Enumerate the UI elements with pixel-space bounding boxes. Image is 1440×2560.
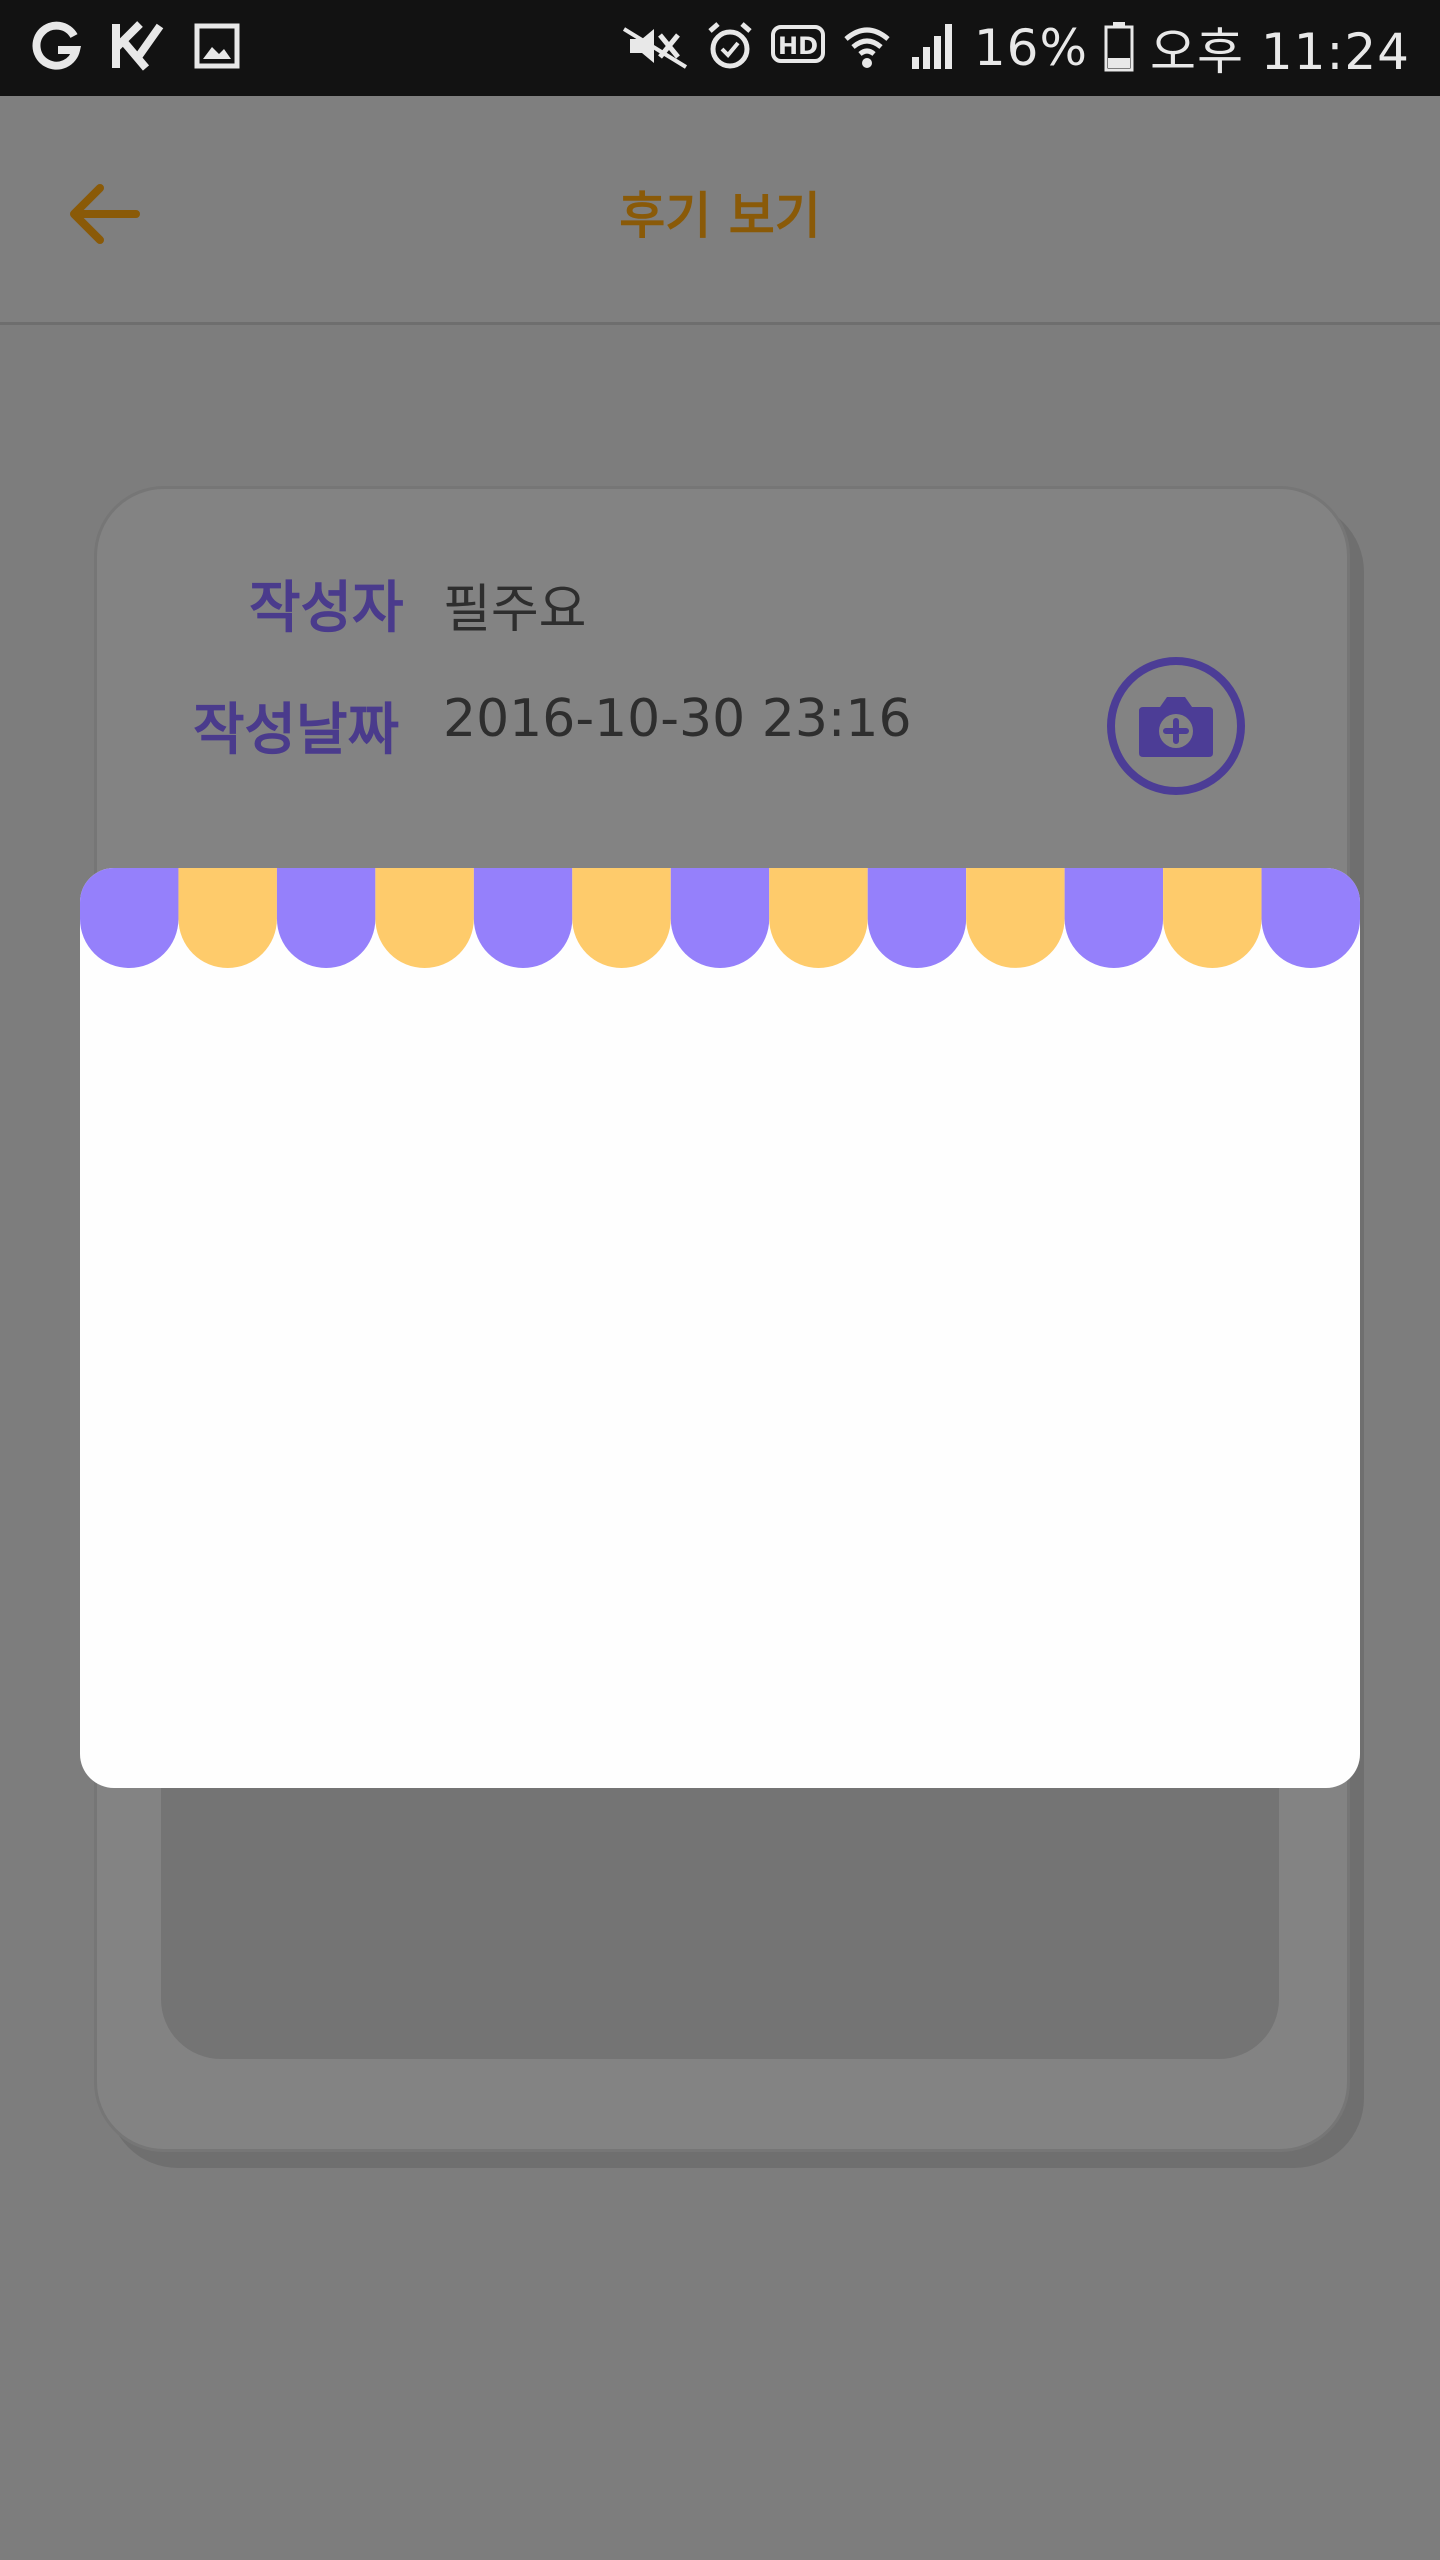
awning-scallop (178, 868, 277, 968)
notification-k-icon (110, 20, 166, 76)
awning-scallop (1261, 868, 1360, 968)
awning-scallop (1163, 868, 1262, 968)
clock: 오후 11:24 (1150, 23, 1410, 81)
status-bar: HD 16% 오후 11:24 (0, 0, 1440, 96)
wifi-icon (842, 21, 892, 75)
status-left-icons (30, 18, 240, 78)
alarm-icon (706, 21, 754, 75)
page-title: 후기 보기 (619, 187, 821, 245)
popup-dialog (80, 868, 1360, 1788)
status-right-icons: HD 16% 오후 11:24 (620, 18, 1410, 81)
awning-scallop (572, 868, 671, 968)
awning-scallop (1064, 868, 1164, 968)
battery-percent: 16% (973, 19, 1088, 77)
popup-body (80, 968, 1360, 1788)
signal-icon (908, 21, 958, 75)
awning-scallop (769, 868, 868, 968)
mute-icon (620, 21, 690, 75)
awning-scallop (867, 868, 967, 968)
date-label: 작성날짜 (193, 698, 400, 763)
awning-scallop (473, 868, 573, 968)
awning-scallop (966, 868, 1065, 968)
date-value: 2016-10-30 23:16 (443, 689, 912, 749)
awning-scallop (80, 868, 179, 968)
awning-scallop (276, 868, 376, 968)
battery-icon (1104, 20, 1134, 76)
author-label: 작성자 (249, 576, 404, 641)
hd-icon: HD (770, 24, 826, 72)
awning-scallop (670, 868, 770, 968)
notification-g-icon (30, 20, 82, 76)
svg-text:HD: HD (778, 32, 818, 60)
gallery-icon (194, 23, 240, 73)
awning-scallop (375, 868, 474, 968)
author-value: 필주요 (443, 580, 587, 640)
camera-plus-icon (1139, 697, 1213, 757)
camera-button[interactable] (1107, 657, 1245, 795)
app-header: 후기 보기 (0, 96, 1440, 325)
awning-decoration (80, 868, 1360, 968)
